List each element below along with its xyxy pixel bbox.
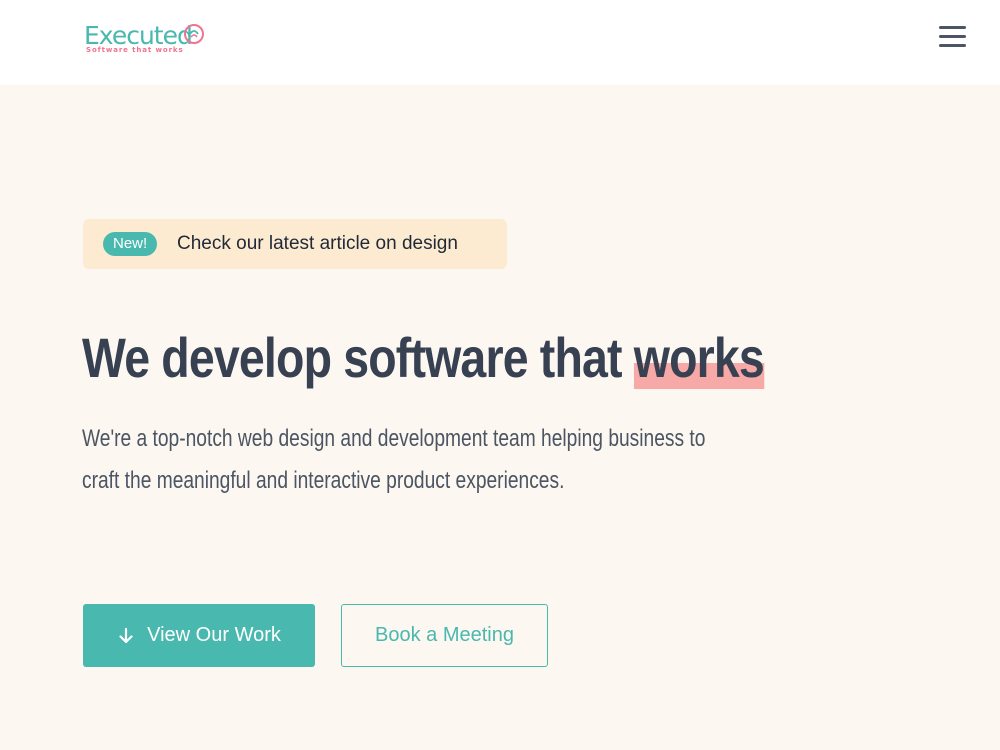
menu-button[interactable]	[934, 22, 970, 52]
book-a-meeting-button[interactable]: Book a Meeting	[341, 604, 548, 667]
site-logo[interactable]: Executed Software that works	[84, 22, 234, 58]
site-header: Executed Software that works	[0, 0, 1000, 85]
logo-tagline: Software that works	[86, 46, 184, 54]
headline-highlight: works	[633, 326, 765, 389]
arrow-down-icon	[119, 627, 133, 643]
announcement-text: Check our latest article on design	[177, 233, 458, 254]
book-a-meeting-label: Book a Meeting	[375, 624, 514, 646]
hero-description: We're a top-notch web design and develop…	[82, 425, 706, 494]
announcement-banner[interactable]: New! Check our latest article on design	[83, 219, 507, 269]
view-our-work-label: View Our Work	[147, 624, 281, 646]
new-badge: New!	[103, 232, 158, 256]
headline-main: We develop software that	[82, 326, 634, 389]
brain-logo-icon	[184, 24, 204, 44]
view-our-work-button[interactable]: View Our Work	[83, 604, 315, 667]
hero-headline: We develop software that works	[82, 322, 765, 394]
